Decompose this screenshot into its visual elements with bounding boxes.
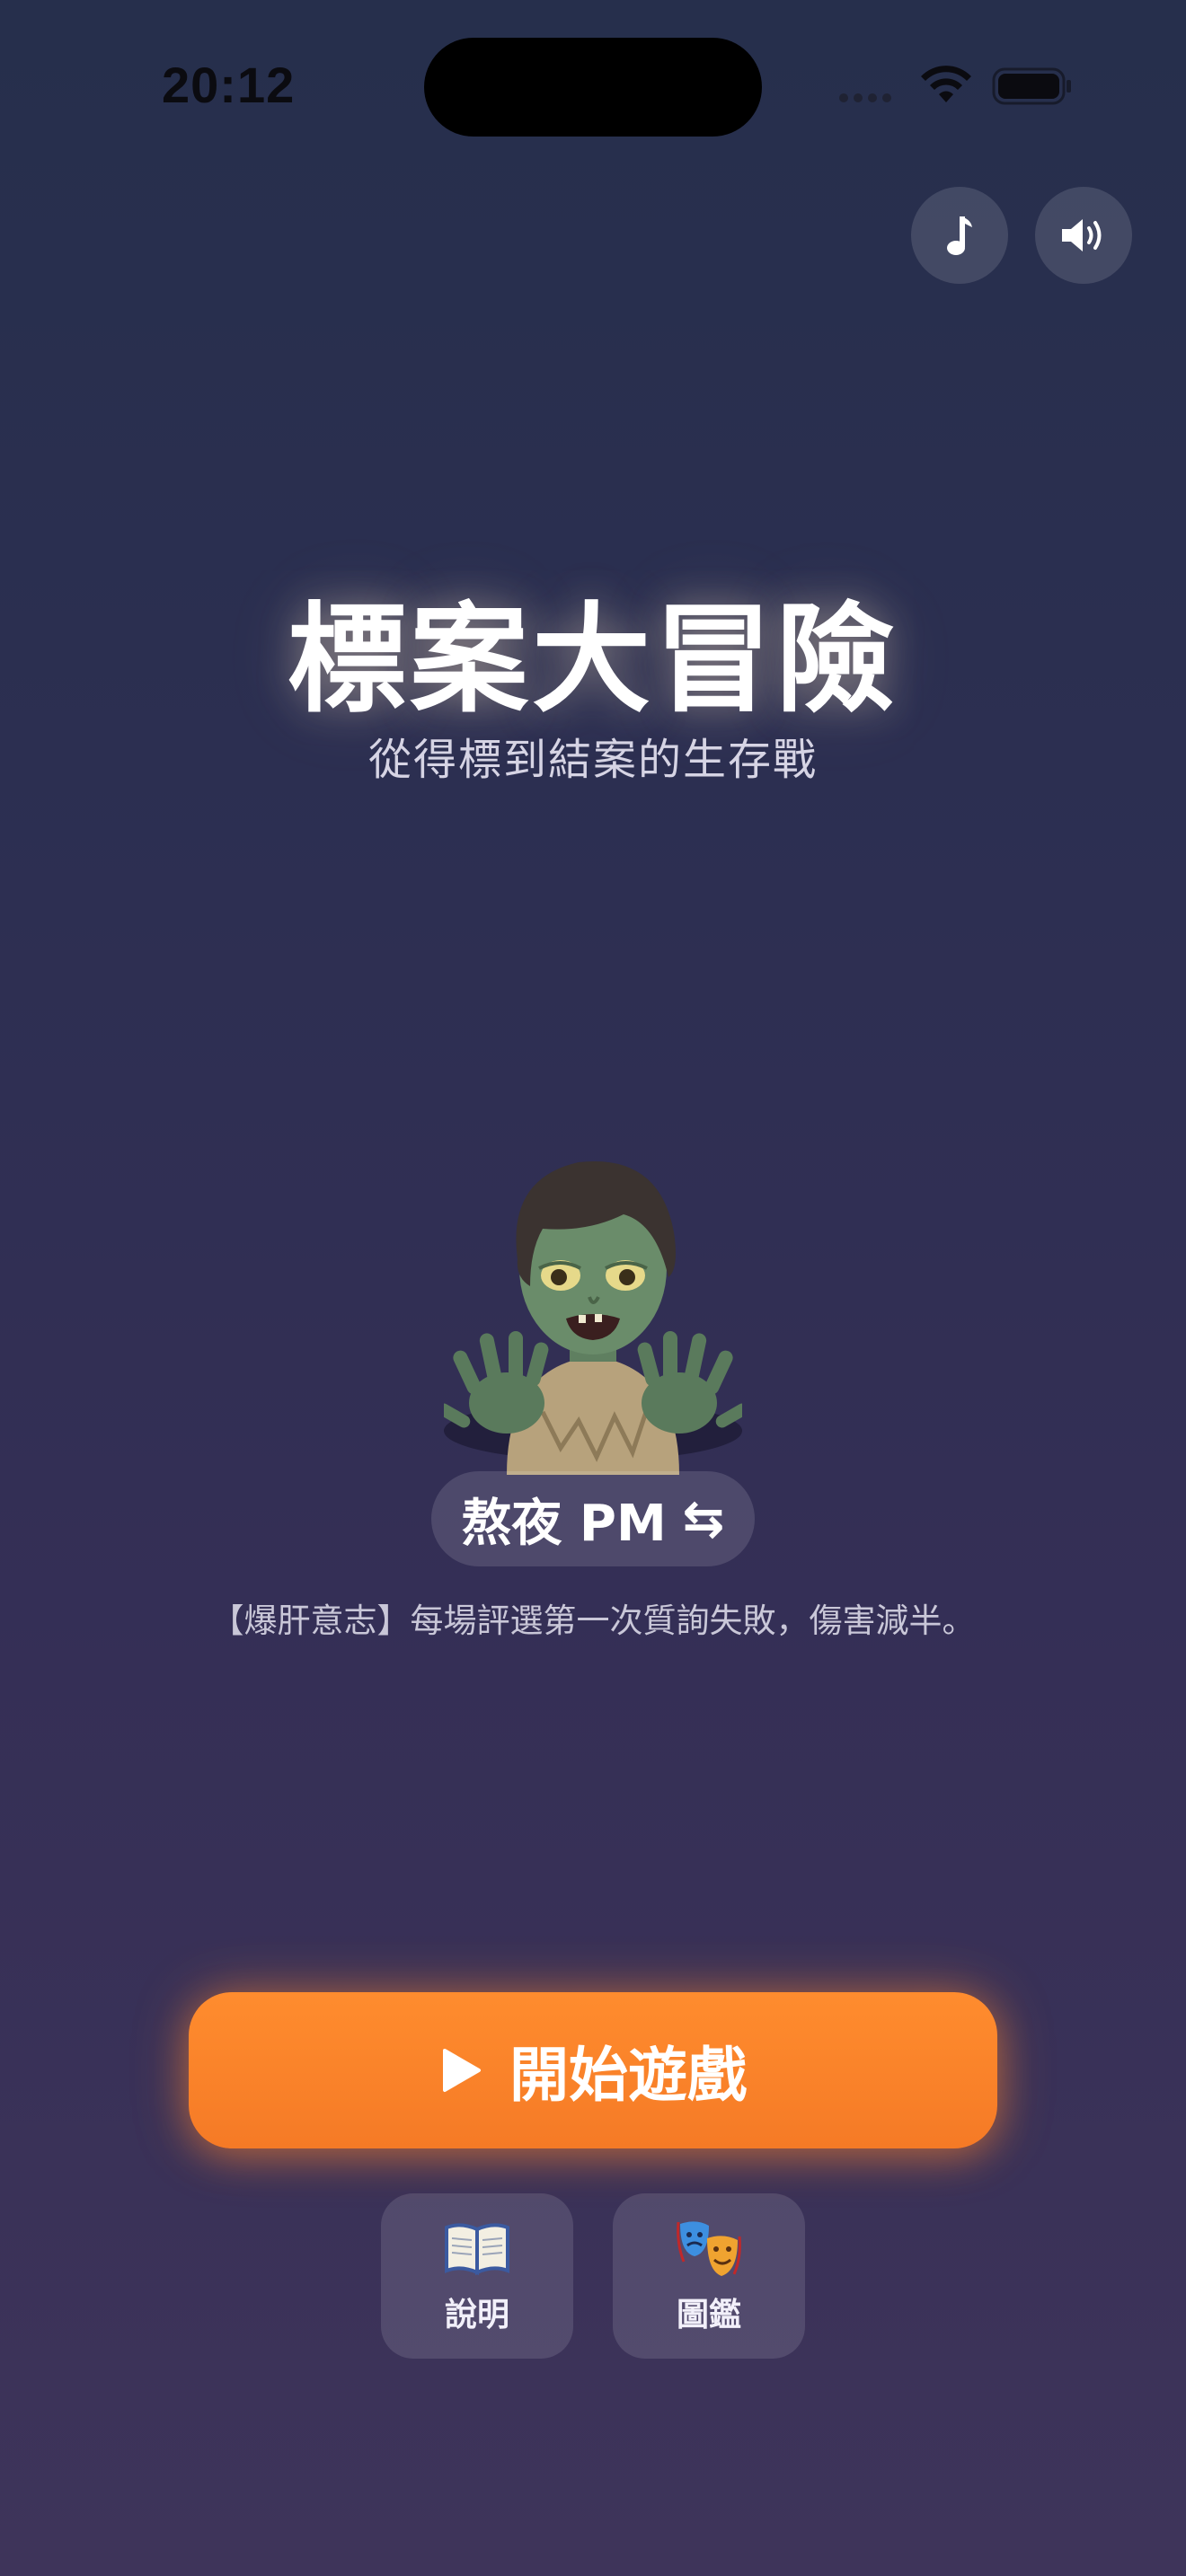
music-toggle-button[interactable] [911,187,1008,284]
zombie-icon [444,1160,742,1475]
play-icon [443,2049,481,2092]
collection-label: 圖鑑 [676,2297,741,2333]
help-label: 說明 [444,2297,509,2333]
character-ability-text: 【爆肝意志】每場評選第一次質詢失敗，傷害減半。 [210,1601,976,1640]
collection-button[interactable]: 圖鑑 [613,2193,805,2359]
help-button[interactable]: 說明 [381,2193,573,2359]
character-name: 熬夜 PM [461,1494,667,1553]
wifi-icon [921,66,971,102]
start-game-label: 開始遊戲 [509,2041,747,2110]
theater-masks-icon [677,2221,741,2276]
dynamic-island [424,38,762,137]
open-book-icon [445,2223,509,2276]
game-title: 標案大冒險 [288,591,898,729]
status-bar: 20:12 [0,0,1186,180]
battery-icon [992,67,1071,105]
game-subtitle: 從得標到結案的生存戰 [367,735,818,785]
character-select-button[interactable]: 熬夜 PM ⇆ [431,1471,755,1566]
start-game-button[interactable]: 開始遊戲 [189,1992,997,2148]
cellular-signal-icon [839,93,891,102]
swap-icon: ⇆ [682,1489,725,1548]
status-time: 20:12 [162,57,296,113]
sound-toggle-button[interactable] [1035,187,1132,284]
music-note-icon [947,216,972,255]
speaker-icon [1062,219,1102,251]
